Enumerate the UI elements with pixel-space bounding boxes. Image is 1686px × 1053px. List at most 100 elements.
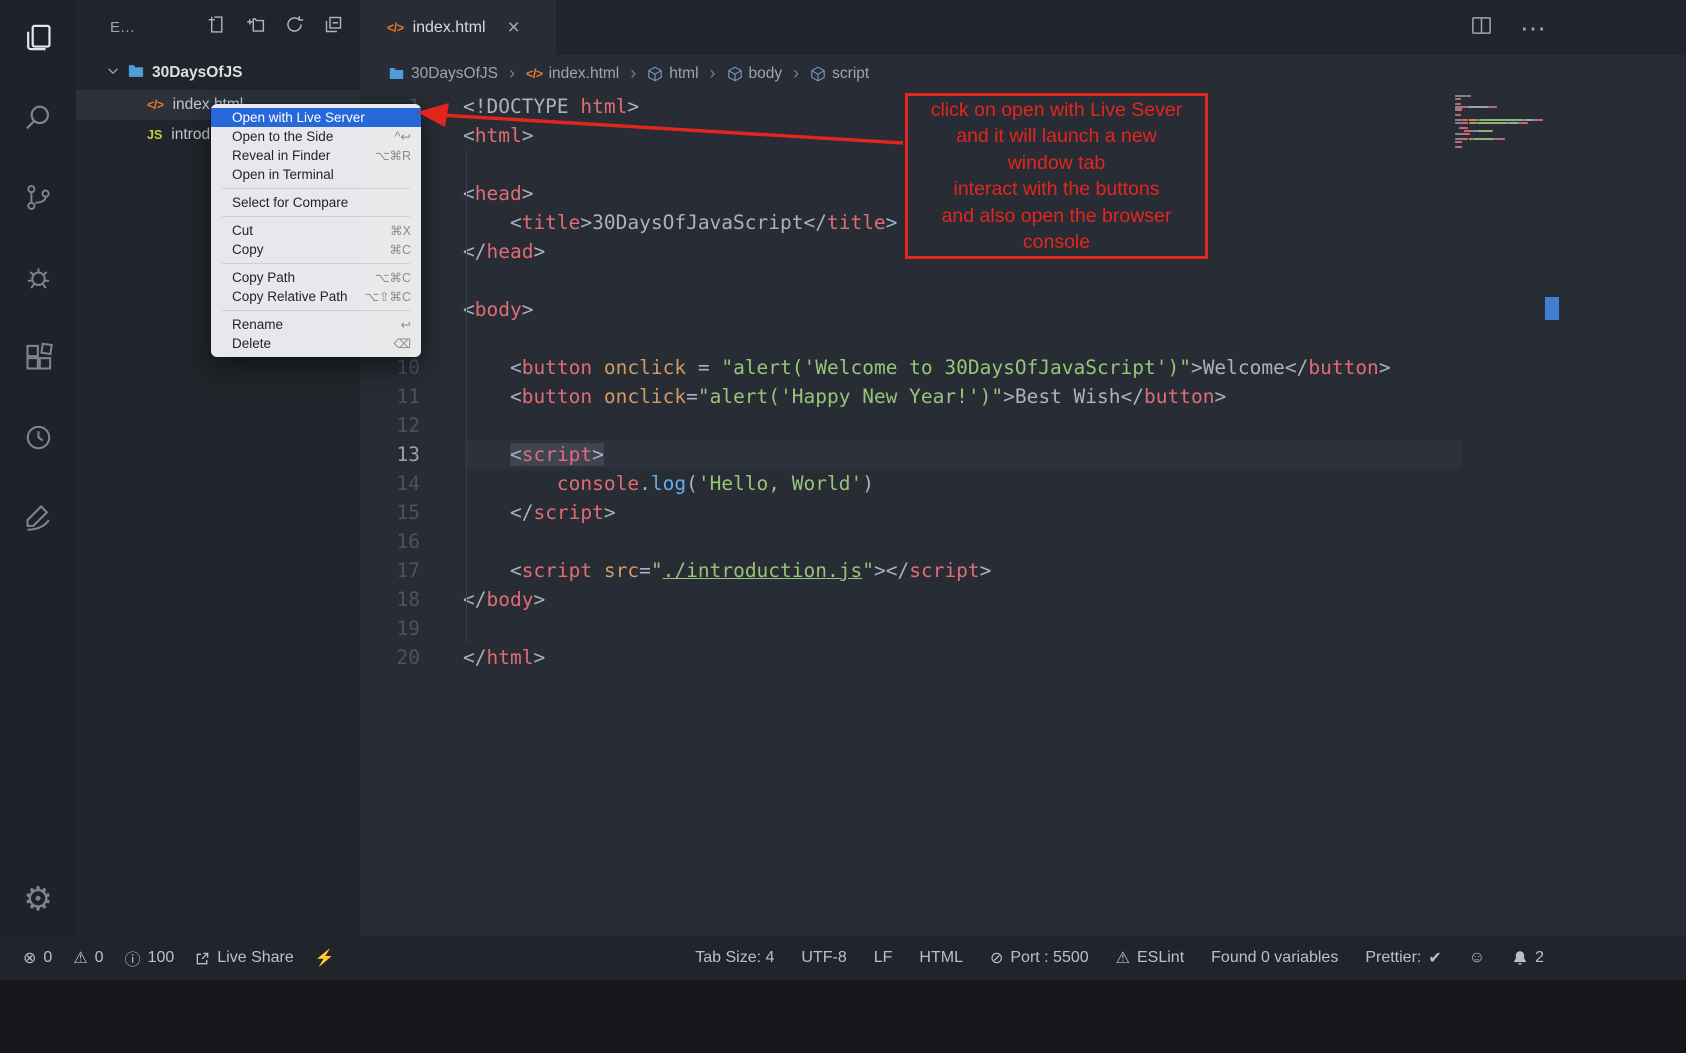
warning-icon: ⚠	[73, 948, 87, 968]
breadcrumb-body[interactable]: body	[727, 65, 783, 83]
tab-index-html[interactable]: </> index.html ×	[360, 0, 556, 55]
menu-item-label: Open with Live Server	[232, 110, 365, 125]
menu-item-open-with-live-server[interactable]: Open with Live Server	[211, 108, 421, 127]
code-line-16[interactable]: 16	[360, 527, 1686, 556]
code-line-18[interactable]: 18</body>	[360, 585, 1686, 614]
status-eol[interactable]: LF	[874, 949, 893, 967]
code-line-13[interactable]: 13 <script>	[360, 440, 1686, 469]
settings-gear-button[interactable]: ⚙	[0, 870, 76, 926]
status-live-server-port[interactable]: ⊘Port : 5500	[990, 948, 1089, 968]
line-number: 14	[360, 469, 420, 498]
status-encoding[interactable]: UTF-8	[801, 949, 846, 967]
code-line-15[interactable]: 15 </script>	[360, 498, 1686, 527]
status-info-count[interactable]: ⓘ 100	[125, 946, 175, 970]
status-feedback[interactable]: ☺	[1469, 949, 1485, 967]
error-icon: ⊗	[23, 948, 36, 968]
status-tab-size[interactable]: Tab Size: 4	[695, 949, 774, 967]
status-notifications[interactable]: 2	[1512, 949, 1544, 967]
line-content: <button onclick = "alert('Welcome to 30D…	[420, 353, 1391, 382]
warning-icon: ⚠	[1116, 948, 1130, 968]
menu-item-label: Open to the Side	[232, 129, 333, 144]
code-line-17[interactable]: 17 <script src="./introduction.js"></scr…	[360, 556, 1686, 585]
line-content: <body>	[420, 295, 533, 324]
line-number: 11	[360, 382, 420, 411]
split-editor-icon[interactable]	[1470, 14, 1493, 42]
run-debug-activity-button[interactable]	[0, 240, 76, 320]
minimap[interactable]	[1455, 95, 1547, 149]
line-content: </head>	[420, 237, 545, 266]
gear-icon: ⚙	[23, 879, 53, 918]
code-line-19[interactable]: 19	[360, 614, 1686, 643]
menu-item-open-to-the-side[interactable]: Open to the Side^↩	[211, 127, 421, 146]
explorer-title: E…	[110, 19, 135, 36]
status-label: 2	[1535, 949, 1544, 967]
status-language-mode[interactable]: HTML	[919, 949, 963, 967]
breadcrumb-label: html	[669, 65, 698, 83]
status-eslint[interactable]: ⚠ ESLint	[1116, 948, 1184, 968]
status-label: 100	[148, 949, 175, 967]
annotation-line: click on open with Live Sever	[908, 97, 1205, 124]
explorer-activity-button[interactable]	[0, 0, 76, 80]
code-line-8[interactable]: 8<body>	[360, 295, 1686, 324]
folder-icon	[127, 62, 145, 85]
code-line-9[interactable]: 9	[360, 324, 1686, 353]
tab-bar: </> index.html × ⋯	[360, 0, 1686, 55]
menu-item-label: Select for Compare	[232, 195, 348, 210]
menu-item-rename[interactable]: Rename↩	[211, 315, 421, 334]
annotation-box: click on open with Live Severand it will…	[905, 93, 1208, 259]
code-line-10[interactable]: 10 <button onclick = "alert('Welcome to …	[360, 353, 1686, 382]
status-label: ESLint	[1137, 949, 1184, 967]
breadcrumb-index.html[interactable]: </>index.html	[526, 65, 619, 83]
menu-item-select-for-compare[interactable]: Select for Compare	[211, 193, 421, 212]
status-warnings[interactable]: ⚠0	[73, 948, 103, 968]
info-icon: ⓘ	[125, 946, 141, 970]
status-quick-action[interactable]: ⚡	[315, 948, 335, 968]
status-variables[interactable]: Found 0 variables	[1211, 949, 1338, 967]
breadcrumb-script[interactable]: script	[810, 65, 869, 83]
more-actions-icon[interactable]: ⋯	[1520, 15, 1546, 41]
status-label: Live Share	[217, 949, 294, 967]
collapse-all-icon[interactable]	[323, 14, 344, 40]
menu-item-delete[interactable]: Delete⌫	[211, 334, 421, 353]
search-activity-button[interactable]	[0, 80, 76, 160]
annotation-line: window tab	[908, 150, 1205, 177]
menu-item-label: Copy Relative Path	[232, 289, 348, 304]
menu-item-copy[interactable]: Copy⌘C	[211, 240, 421, 259]
menu-item-copy-relative-path[interactable]: Copy Relative Path ⌥⇧⌘C	[211, 287, 421, 306]
line-content: </script>	[420, 498, 616, 527]
breadcrumb-label: index.html	[549, 65, 620, 83]
code-line-20[interactable]: 20</html>	[360, 643, 1686, 672]
menu-item-copy-path[interactable]: Copy Path⌥⌘C	[211, 268, 421, 287]
code-line-14[interactable]: 14 console.log('Hello, World')	[360, 469, 1686, 498]
menu-item-shortcut: ↩	[401, 317, 411, 332]
line-number: 13	[360, 440, 420, 469]
menu-item-reveal-in-finder[interactable]: Reveal in Finder⌥⌘R	[211, 146, 421, 165]
annotation-line: and it will launch a new	[908, 123, 1205, 150]
breadcrumb-html[interactable]: html	[647, 65, 698, 83]
chevron-down-icon	[106, 64, 120, 83]
status-errors[interactable]: ⊗0	[23, 948, 52, 968]
code-line-12[interactable]: 12	[360, 411, 1686, 440]
history-activity-button[interactable]	[0, 400, 76, 480]
html-file-icon: </>	[387, 21, 404, 35]
line-number: 15	[360, 498, 420, 527]
extensions-activity-button[interactable]	[0, 320, 76, 400]
menu-item-cut[interactable]: Cut⌘X	[211, 221, 421, 240]
editor-tools-activity-button[interactable]	[0, 480, 76, 560]
line-content: <button onclick="alert('Happy New Year!'…	[420, 382, 1226, 411]
code-line-7[interactable]: 7	[360, 266, 1686, 295]
code-line-11[interactable]: 11 <button onclick="alert('Happy New Yea…	[360, 382, 1686, 411]
new-folder-icon[interactable]	[245, 14, 266, 40]
status-prettier[interactable]: Prettier:✔	[1365, 948, 1441, 968]
menu-item-shortcut: ⌥⇧⌘C	[365, 289, 411, 304]
status-live-share[interactable]: Live Share	[195, 949, 294, 967]
menu-item-open-in-terminal[interactable]: Open in Terminal	[211, 165, 421, 184]
close-tab-icon[interactable]: ×	[508, 17, 520, 38]
breadcrumb-30DaysOfJS[interactable]: 30DaysOfJS	[388, 65, 498, 83]
menu-item-shortcut: ⌘X	[390, 223, 411, 238]
refresh-icon[interactable]	[284, 14, 305, 40]
folder-row-30daysofjs[interactable]: 30DaysOfJS	[76, 58, 360, 88]
minimap-line	[1455, 146, 1547, 148]
new-file-icon[interactable]	[206, 14, 227, 40]
source-control-activity-button[interactable]	[0, 160, 76, 240]
